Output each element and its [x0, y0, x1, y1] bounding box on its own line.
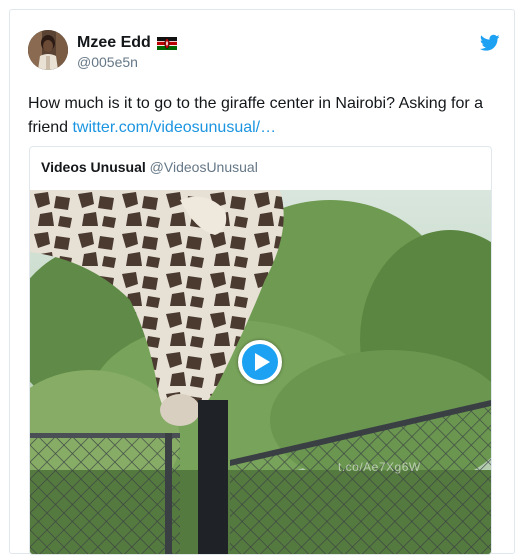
quoted-tweet-header: Videos Unusual @VideosUnusual [41, 159, 258, 175]
tweet-link[interactable]: twitter.com/videosunusual/… [72, 119, 276, 136]
play-button[interactable] [238, 340, 282, 384]
tweet-card: Mzee Edd @005e5n How much is it to go to… [9, 9, 515, 555]
kenya-flag-icon [156, 36, 177, 50]
quoted-author-handle[interactable]: @VideosUnusual [150, 159, 258, 175]
author-handle[interactable]: @005e5n [77, 54, 138, 70]
avatar[interactable] [28, 30, 68, 70]
tweet-text: How much is it to go to the giraffe cent… [28, 92, 498, 140]
avatar-image [28, 30, 68, 70]
quoted-author-name[interactable]: Videos Unusual [41, 159, 146, 175]
play-icon [255, 353, 270, 371]
display-name[interactable]: Mzee Edd [77, 34, 151, 52]
video-thumbnail[interactable]: t.co/Ae7Xg6W [30, 190, 491, 554]
display-name-row: Mzee Edd [77, 34, 177, 52]
twitter-bird-icon[interactable] [480, 34, 500, 52]
quoted-tweet[interactable]: Videos Unusual @VideosUnusual t.co/Ae7Xg… [29, 146, 492, 555]
video-watermark: t.co/Ae7Xg6W [338, 460, 421, 474]
